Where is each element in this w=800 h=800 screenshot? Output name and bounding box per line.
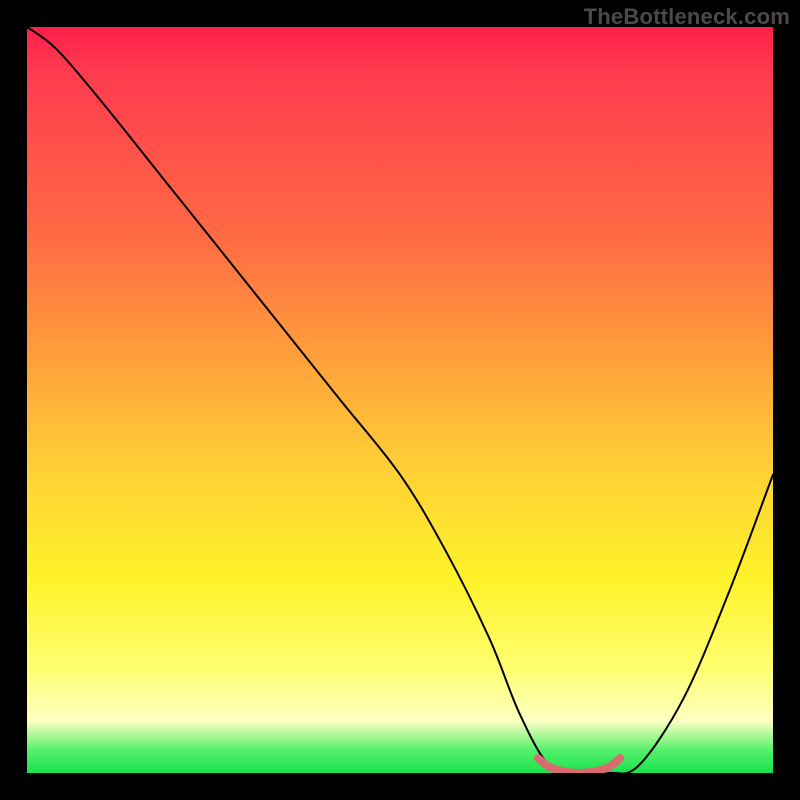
baseline-segment-path <box>538 758 620 773</box>
bottleneck-curve-path <box>27 27 773 773</box>
plot-area <box>27 27 773 773</box>
watermark-label: TheBottleneck.com <box>584 4 790 30</box>
chart-frame: TheBottleneck.com <box>0 0 800 800</box>
curve-svg <box>27 27 773 773</box>
